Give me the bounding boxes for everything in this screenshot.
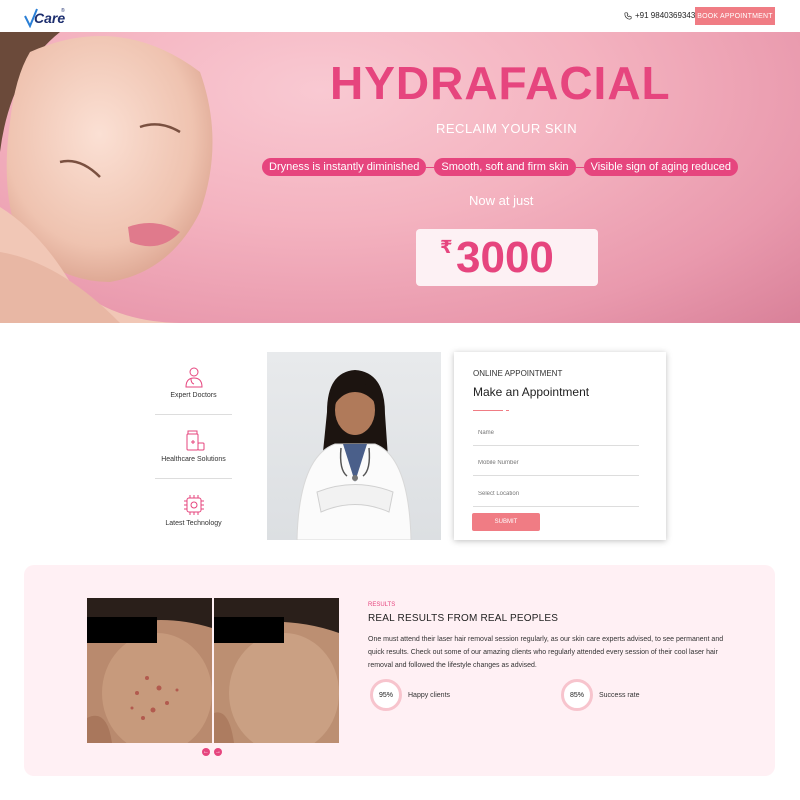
title-underline-dot [506,410,509,411]
doctor-image [267,352,441,540]
doctor-photo [296,370,412,540]
results-section: ← → RESULTS REAL RESULTS FROM REAL PEOPL… [24,565,775,776]
feature-label: Expert Doctors [170,392,217,399]
title-underline [473,410,503,411]
stat-success-rate: 85% Success rate [561,679,639,711]
feature-label: Healthcare Solutions [161,456,226,463]
location-select[interactable] [473,481,639,507]
feature-latest-technology: Latest Technology [155,488,232,552]
appointment-form: ONLINE APPOINTMENT Make an Appointment S… [454,352,666,540]
results-title: REAL RESULTS FROM REAL PEOPLES [368,613,559,624]
hero-subtitle: RECLAIM YOUR SKIN [436,121,578,136]
results-kicker: RESULTS [368,602,396,608]
next-arrow-icon[interactable]: → [214,748,222,756]
doctor-icon [185,367,203,388]
hero-banner: HYDRAFACIAL RECLAIM YOUR SKIN Dryness is… [0,32,800,323]
price-intro: Now at just [469,193,534,208]
feature-divider [155,478,232,479]
benefit-pill: Smooth, soft and firm skin [434,158,576,176]
price-value: 3000 [456,233,554,282]
phone-icon [624,11,632,20]
stat-value: 85% [561,679,593,711]
phone-link[interactable]: +91 9840369343 [624,11,695,20]
results-description: One must attend their laser hair removal… [368,636,724,669]
model-face-image [0,32,213,323]
pill-connector [575,166,584,168]
book-appointment-button[interactable]: BOOK APPOINTMENT [695,7,775,25]
rupee-icon: ₹ [440,237,453,257]
logo-reg: ® [61,8,65,14]
name-field[interactable] [473,420,639,446]
chip-icon [184,495,204,515]
vcare-logo[interactable]: Care ® [24,6,68,28]
benefit-pill: Dryness is instantly diminished [262,158,427,176]
mobile-field[interactable] [473,450,639,476]
stat-label: Success rate [599,691,640,699]
pill-connector [426,166,435,168]
form-kicker: ONLINE APPOINTMENT [473,369,563,378]
price-box: ₹ 3000 [416,229,598,286]
stat-happy-clients: 95% Happy clients [370,679,450,711]
censor-bar [87,617,157,643]
phone-number: +91 9840369343 [635,11,696,20]
censor-bar [214,617,284,643]
hero-title: HYDRAFACIAL [330,57,671,109]
benefit-pill: Visible sign of aging reduced [583,158,739,176]
submit-button[interactable]: SUBMIT [472,513,540,531]
feature-label: Latest Technology [165,520,222,527]
medicine-icon [186,430,205,451]
feature-divider [155,414,232,415]
site-header: Care ® +91 9840369343 BOOK APPOINTMENT [0,0,800,32]
stat-label: Happy clients [408,691,451,699]
prev-arrow-icon[interactable]: ← [202,748,210,756]
form-title: Make an Appointment [473,385,590,399]
stat-value: 95% [370,679,402,711]
before-after-gallery [87,598,339,743]
benefit-pills: Dryness is instantly diminished Smooth, … [262,158,739,176]
